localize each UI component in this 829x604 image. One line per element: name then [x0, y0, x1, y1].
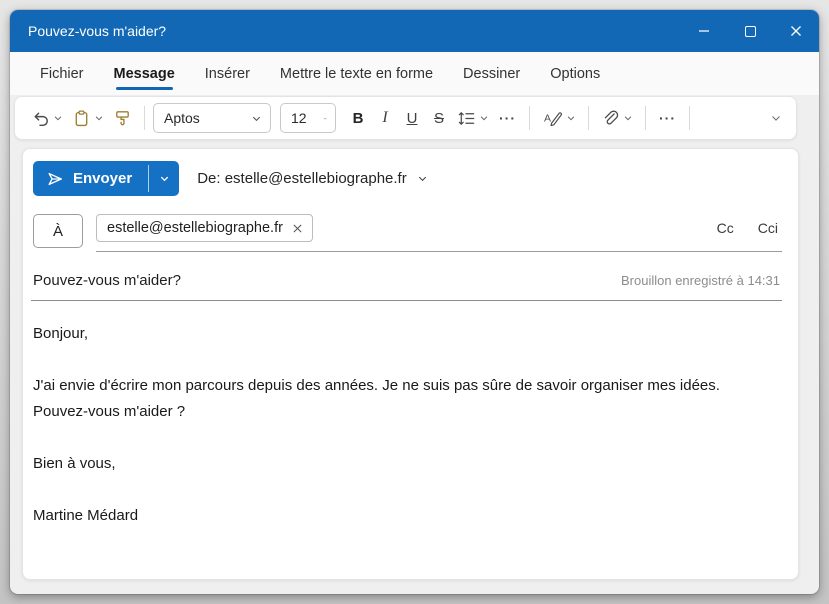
minimize-button[interactable]: [681, 10, 727, 52]
font-name-value: Aptos: [164, 110, 200, 126]
title-bar: Pouvez-vous m'aider?: [10, 10, 819, 52]
underline-button[interactable]: U: [399, 103, 425, 133]
line-spacing-icon: [458, 111, 475, 125]
window-title: Pouvez-vous m'aider?: [28, 23, 167, 39]
paperclip-icon: [604, 110, 619, 124]
draft-status: Brouillon enregistré à 14:31: [621, 273, 780, 288]
toolbar-divider: [645, 106, 646, 130]
minimize-icon: [699, 30, 709, 32]
chevron-down-icon: [772, 116, 780, 121]
paste-button[interactable]: [68, 103, 108, 133]
font-size-select[interactable]: 12: [280, 103, 336, 133]
to-button[interactable]: À: [33, 214, 83, 248]
format-painter-icon: [116, 110, 129, 125]
subject-input[interactable]: Pouvez-vous m'aider?: [33, 272, 621, 289]
send-button[interactable]: Envoyer: [33, 161, 148, 196]
line-spacing-button[interactable]: [453, 103, 493, 133]
more-commands-button[interactable]: ···: [654, 110, 681, 126]
chevron-down-icon: [418, 176, 426, 182]
italic-button[interactable]: I: [372, 103, 398, 133]
chevron-down-icon: [95, 116, 103, 121]
body-paragraph: Bonjour,: [33, 325, 89, 342]
close-icon: [791, 26, 801, 36]
send-split-button: Envoyer: [33, 161, 180, 196]
from-value: De: estelle@estellebiographe.fr: [197, 170, 407, 187]
to-row: À estelle@estellebiographe.fr Cc Cci: [23, 206, 798, 252]
cci-button[interactable]: Cci: [758, 220, 778, 236]
chevron-down-icon: [624, 116, 632, 121]
undo-button[interactable]: [27, 103, 67, 133]
tab-options[interactable]: Options: [550, 52, 600, 95]
paste-icon: [75, 109, 88, 126]
from-selector[interactable]: De: estelle@estellebiographe.fr: [197, 170, 428, 187]
send-options-button[interactable]: [149, 161, 179, 196]
undo-icon: [34, 112, 48, 126]
font-name-select[interactable]: Aptos: [153, 103, 271, 133]
chevron-down-icon: [567, 116, 575, 121]
text-pen-icon: A: [544, 111, 562, 126]
message-body-editor[interactable]: Bonjour, J'ai envie d'écrire mon parcour…: [23, 301, 798, 579]
tab-fichier[interactable]: Fichier: [40, 52, 84, 95]
tab-message[interactable]: Message: [114, 52, 175, 95]
subject-row: Pouvez-vous m'aider? Brouillon enregistr…: [31, 266, 782, 301]
ribbon-collapse-button[interactable]: [766, 103, 786, 133]
body-paragraph: Bien à vous,: [33, 455, 116, 472]
send-label: Envoyer: [73, 170, 133, 187]
send-row: Envoyer De: estelle@estellebiographe.fr: [23, 149, 798, 206]
compose-area: Envoyer De: estelle@estellebiographe.fr …: [22, 148, 799, 580]
maximize-icon: [744, 25, 756, 37]
cc-button[interactable]: Cc: [717, 220, 734, 236]
send-icon: [48, 172, 62, 185]
font-size-value: 12: [291, 110, 307, 126]
body-paragraph: Martine Médard: [33, 507, 139, 524]
to-input[interactable]: estelle@estellebiographe.fr Cc Cci: [96, 214, 782, 252]
tab-inserer[interactable]: Insérer: [205, 52, 250, 95]
chevron-down-icon: [160, 176, 168, 182]
attach-file-button[interactable]: [597, 103, 637, 133]
bold-button[interactable]: B: [345, 103, 371, 133]
remove-recipient-icon[interactable]: [292, 223, 303, 234]
tab-dessiner[interactable]: Dessiner: [463, 52, 520, 95]
tab-mettre-le-texte-en-forme[interactable]: Mettre le texte en forme: [280, 52, 433, 95]
compose-window: Pouvez-vous m'aider? Fichier Message Ins…: [10, 10, 819, 594]
recipient-chip[interactable]: estelle@estellebiographe.fr: [96, 214, 313, 242]
recipient-chip-address: estelle@estellebiographe.fr: [107, 220, 283, 236]
text-effects-button[interactable]: A: [538, 103, 580, 133]
toolbar-divider: [588, 106, 589, 130]
body-paragraph: J'ai envie d'écrire mon parcours depuis …: [33, 377, 720, 420]
strikethrough-button[interactable]: S: [426, 103, 452, 133]
cc-links: Cc Cci: [717, 220, 780, 236]
svg-text:A: A: [544, 113, 551, 124]
close-button[interactable]: [773, 10, 819, 52]
chevron-down-icon: [323, 117, 327, 120]
chevron-down-icon: [252, 116, 261, 121]
toolbar-divider: [529, 106, 530, 130]
maximize-button[interactable]: [727, 10, 773, 52]
toolbar-divider: [689, 106, 690, 130]
toolbar-divider: [144, 106, 145, 130]
format-painter-button[interactable]: [109, 103, 136, 133]
more-formatting-button[interactable]: ···: [494, 110, 521, 126]
chevron-down-icon: [54, 116, 62, 121]
chevron-down-icon: [480, 116, 488, 121]
ribbon-tab-row: Fichier Message Insérer Mettre le texte …: [10, 52, 819, 95]
ribbon-toolbar: Aptos 12 B I U S ··· A ···: [14, 96, 797, 140]
